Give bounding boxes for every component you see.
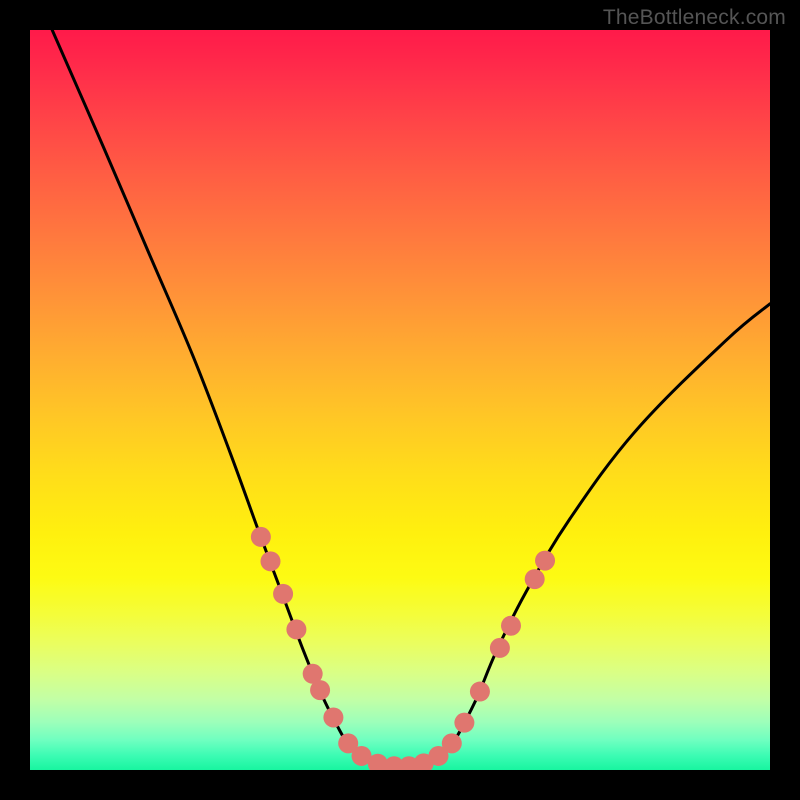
data-marker <box>323 707 343 727</box>
plot-area <box>30 30 770 770</box>
bottleneck-curve <box>52 30 770 767</box>
curve-layer <box>30 30 770 770</box>
data-marker <box>273 584 293 604</box>
watermark-text: TheBottleneck.com <box>603 6 786 30</box>
data-marker <box>470 682 490 702</box>
data-marker <box>535 551 555 571</box>
data-marker <box>442 733 462 753</box>
data-marker <box>454 713 474 733</box>
data-marker <box>501 616 521 636</box>
chart-frame: TheBottleneck.com <box>0 0 800 800</box>
data-marker <box>490 638 510 658</box>
data-marker <box>251 527 271 547</box>
data-marker <box>261 551 281 571</box>
data-marker <box>286 619 306 639</box>
data-marker <box>525 569 545 589</box>
data-marker <box>310 680 330 700</box>
